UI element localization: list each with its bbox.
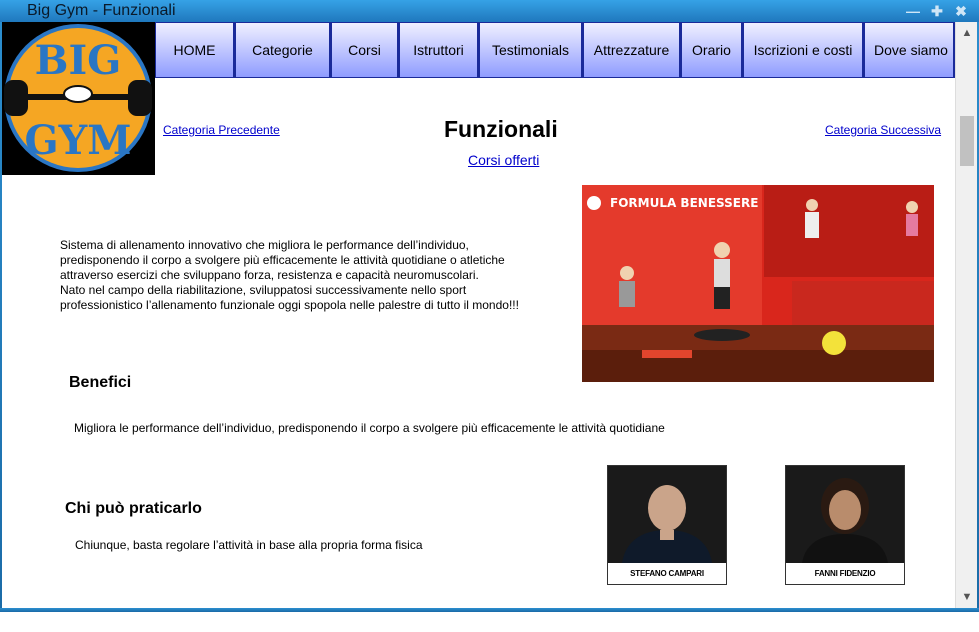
nav-item-corsi[interactable]: Corsi — [331, 22, 399, 78]
who-can-practice-text: Chiunque, basta regolare l’attività in b… — [75, 538, 423, 552]
minimize-button[interactable]: — — [903, 2, 923, 20]
browser-window: Big Gym - Funzionali — ✚ ✖ BIG GYM HOME … — [0, 0, 979, 632]
nav-label: HOME — [173, 42, 216, 58]
page-title: Funzionali — [444, 116, 558, 142]
scroll-up-icon[interactable]: ▲ — [956, 24, 977, 42]
nav-label: Orario — [692, 42, 731, 58]
bottom-edge — [0, 608, 979, 612]
vertical-scrollbar[interactable]: ▲ ▼ — [955, 22, 977, 608]
logo-graphic: BIG GYM — [4, 24, 152, 172]
collage-graphic: FORMULA BENESSERE — [582, 185, 934, 382]
next-category-link[interactable]: Categoria Successiva — [825, 123, 941, 137]
instructor-card[interactable]: STEFANO CAMPARI — [607, 465, 727, 585]
nav-label: Attrezzature — [593, 42, 670, 58]
intro-line: Sistema di allenamento innovativo che mi… — [60, 238, 469, 252]
page-content: BIG GYM HOME Categorie Corsi Istruttori … — [2, 22, 977, 608]
big-gym-logo[interactable]: BIG GYM — [2, 22, 155, 175]
collage-brand: FORMULA BENESSERE — [610, 196, 758, 210]
window-bottom — [0, 608, 979, 632]
nav-item-dove-siamo[interactable]: Dove siamo — [864, 22, 955, 78]
nav-label: Dove siamo — [874, 42, 948, 58]
nav-item-categorie[interactable]: Categorie — [235, 22, 331, 78]
benefits-heading: Benefici — [69, 374, 132, 391]
intro-line: attraverso esercizi che sviluppano forza… — [60, 268, 479, 282]
logo-text-top: BIG — [35, 37, 122, 84]
nav-item-home[interactable]: HOME — [155, 22, 235, 78]
scroll-down-icon[interactable]: ▼ — [956, 588, 977, 606]
title-bar[interactable]: Big Gym - Funzionali — ✚ ✖ — [0, 0, 979, 22]
benefits-text: Migliora le performance dell’individuo, … — [74, 421, 665, 435]
logo-text-bottom: GYM — [25, 117, 132, 164]
nav-item-testimonials[interactable]: Testimonials — [479, 22, 583, 78]
window-title: Big Gym - Funzionali — [27, 2, 176, 19]
nav-label: Iscrizioni e costi — [753, 42, 853, 58]
scroll-thumb[interactable] — [960, 116, 974, 166]
intro-line: professionistico l’allenamento funzional… — [60, 298, 519, 312]
intro-paragraph: Sistema di allenamento innovativo che mi… — [60, 238, 540, 313]
nav-item-orario[interactable]: Orario — [681, 22, 743, 78]
maximize-button[interactable]: ✚ — [927, 2, 947, 20]
who-can-practice-heading: Chi può praticarlo — [65, 500, 202, 517]
instructor-card[interactable]: FANNI FIDENZIO — [785, 465, 905, 585]
nav-item-iscrizioni[interactable]: Iscrizioni e costi — [743, 22, 864, 78]
nav-item-attrezzature[interactable]: Attrezzature — [583, 22, 681, 78]
instructor-photo — [786, 466, 904, 563]
instructor-name: STEFANO CAMPARI — [608, 563, 726, 584]
intro-line: predisponendo il corpo a svolgere più ef… — [60, 253, 505, 267]
instructor-name: FANNI FIDENZIO — [786, 563, 904, 584]
nav-item-istruttori[interactable]: Istruttori — [399, 22, 479, 78]
fitness-photo-collage: FORMULA BENESSERE — [582, 185, 934, 382]
main-nav: HOME Categorie Corsi Istruttori Testimon… — [155, 22, 955, 78]
courses-offered-link[interactable]: Corsi offerti — [468, 152, 539, 168]
nav-label: Categorie — [252, 42, 313, 58]
nav-label: Corsi — [348, 42, 381, 58]
close-button[interactable]: ✖ — [951, 2, 971, 20]
previous-category-link[interactable]: Categoria Precedente — [163, 123, 280, 137]
nav-label: Istruttori — [413, 42, 464, 58]
intro-line: Nato nel campo della riabilitazione, svi… — [60, 283, 467, 297]
instructor-photo — [608, 466, 726, 563]
nav-label: Testimonials — [491, 42, 570, 58]
